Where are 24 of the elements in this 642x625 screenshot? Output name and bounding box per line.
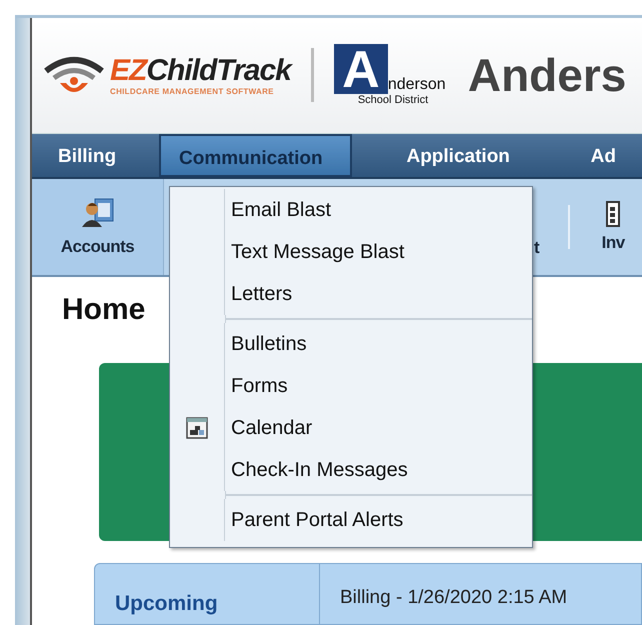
nav-tab[interactable]: Billing — [32, 134, 160, 177]
upcoming-heading: Upcoming — [115, 592, 218, 615]
accounts-button[interactable]: Accounts — [32, 179, 164, 275]
menu-item[interactable]: Text Message Blast — [231, 240, 404, 264]
district-logo: A nderson School District — [334, 44, 452, 106]
nav-tab[interactable]: Application — [352, 134, 565, 177]
district-title: Anders — [468, 48, 626, 102]
menu-item[interactable]: Bulletins — [231, 332, 307, 356]
menu-item[interactable]: Parent Portal Alerts — [231, 508, 404, 532]
document-icon — [606, 201, 620, 227]
toolbar-label[interactable]: Inv — [602, 233, 625, 253]
upcoming-entry: Billing - 1/26/2020 2:15 AM — [340, 587, 568, 608]
menu-item[interactable]: Check-In Messages — [231, 458, 408, 482]
toolbar-label: t — [534, 238, 540, 258]
brand-logo-text: EZChildTrack — [110, 54, 291, 87]
menu-item[interactable]: Email Blast — [231, 198, 332, 222]
page-title: Home — [62, 293, 146, 327]
person-card-icon — [80, 197, 114, 227]
calendar-icon — [186, 417, 208, 439]
menu-item[interactable]: Calendar — [231, 416, 312, 440]
menu-item[interactable]: Letters — [231, 282, 292, 306]
brand-tagline: CHILDCARE MANAGEMENT SOFTWARE — [110, 86, 275, 96]
menu-item[interactable]: Forms — [231, 374, 288, 398]
nav-tab[interactable]: Ad — [564, 134, 642, 177]
